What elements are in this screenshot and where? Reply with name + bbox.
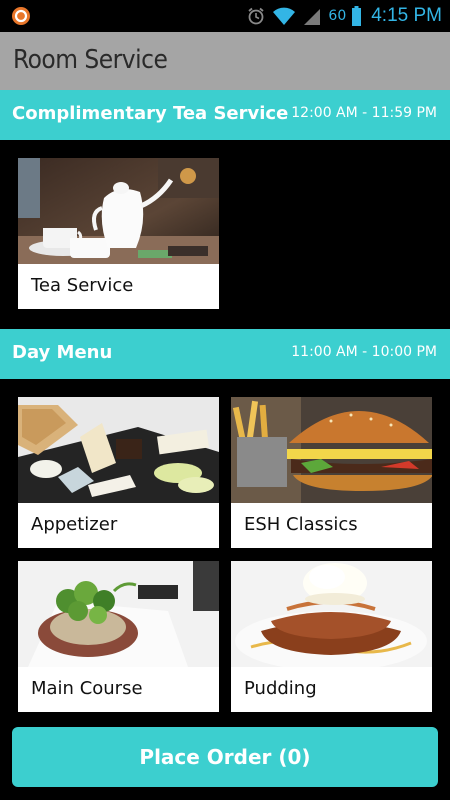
section-title: Complimentary Tea Service	[12, 103, 289, 124]
status-bar: 60 4:15 PM	[0, 0, 450, 32]
menu-card-esh-classics[interactable]: ESH Classics	[231, 397, 432, 548]
title-bar: Room Service	[0, 32, 450, 90]
battery-icon	[352, 6, 362, 26]
menu-card-label: Appetizer	[31, 514, 118, 535]
appetizer-photo	[18, 397, 219, 503]
esh-classics-photo	[231, 397, 432, 503]
alarm-icon	[248, 7, 264, 25]
battery-level-text: 60	[328, 8, 347, 24]
menu-card-tea-service[interactable]: Tea Service	[18, 158, 219, 309]
menu-card-appetizer[interactable]: Appetizer	[18, 397, 219, 548]
section-hours: 11:00 AM - 10:00 PM	[291, 344, 437, 360]
section-title: Day Menu	[12, 342, 113, 363]
tea-service-photo	[18, 158, 219, 264]
app-notification-icon	[12, 7, 30, 25]
menu-card-label: Tea Service	[31, 275, 134, 296]
menu-card-label: Pudding	[244, 678, 317, 699]
menu-card-main-course[interactable]: Main Course	[18, 561, 219, 712]
menu-card-label: ESH Classics	[244, 514, 358, 535]
wifi-icon	[273, 7, 296, 25]
section-header-day-menu: Day Menu 11:00 AM - 10:00 PM	[0, 329, 450, 379]
page-title: Room Service	[13, 45, 168, 75]
section-hours: 12:00 AM - 11:59 PM	[291, 105, 437, 121]
menu-card-label: Main Course	[31, 678, 143, 699]
cell-signal-icon	[304, 9, 321, 25]
section-header-tea-service: Complimentary Tea Service 12:00 AM - 11:…	[0, 90, 450, 140]
clock-time: 4:15 PM	[371, 5, 442, 26]
pudding-photo	[231, 561, 432, 667]
menu-card-pudding[interactable]: Pudding	[231, 561, 432, 712]
main-course-photo	[18, 561, 219, 667]
place-order-button[interactable]: Place Order (0)	[12, 727, 438, 787]
